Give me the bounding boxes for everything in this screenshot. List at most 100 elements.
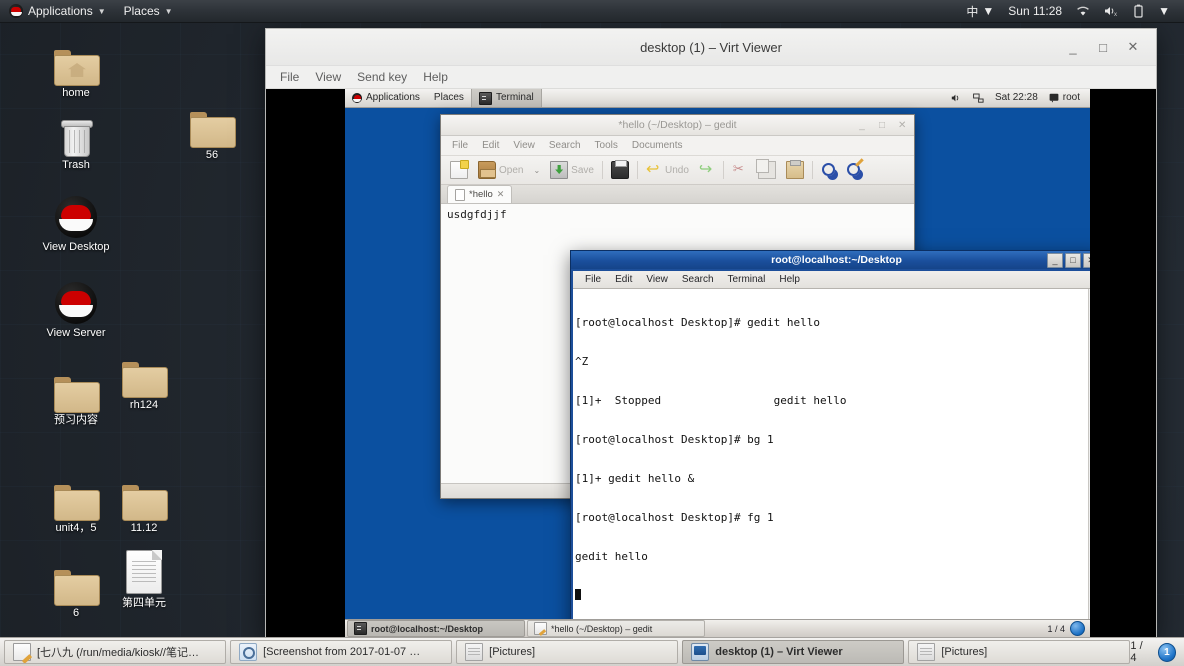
desktop-icon-label: 11.12 xyxy=(130,522,158,534)
desktop-icon-di-si-dan-yuan[interactable]: 第四单元 xyxy=(102,548,186,610)
places-menu[interactable]: Places ▼ xyxy=(115,0,182,22)
desktop-icon-trash[interactable]: Trash xyxy=(34,110,118,172)
desktop-icon-56[interactable]: 56 xyxy=(170,100,254,162)
guest-task-gedit[interactable]: *hello (~/Desktop) – gedit xyxy=(527,620,705,637)
host-task-notes[interactable]: [七八九 (/run/media/kiosk//笔记… xyxy=(4,640,227,664)
battery-icon[interactable] xyxy=(1127,4,1150,18)
close-button[interactable]: ✕ xyxy=(1083,252,1090,268)
maximize-button[interactable]: □ xyxy=(1065,252,1081,268)
terminal-menubar: File Edit View Search Terminal Help xyxy=(573,271,1090,289)
menu-file[interactable]: File xyxy=(578,271,608,288)
menu-help[interactable]: Help xyxy=(772,271,807,288)
menu-view[interactable]: View xyxy=(307,66,349,88)
terminal-screen[interactable]: [root@localhost Desktop]# gedit hello ^Z… xyxy=(573,289,1090,637)
open-dropdown-button[interactable]: ⌄ xyxy=(528,157,545,183)
volume-muted-icon[interactable]: x xyxy=(1098,5,1125,17)
virt-viewer-titlebar[interactable]: desktop (1) – Virt Viewer _ □ ✕ xyxy=(266,29,1156,66)
save-label: Save xyxy=(571,164,594,176)
find-button[interactable] xyxy=(816,157,842,183)
desktop-icon-view-desktop[interactable]: View Desktop xyxy=(34,192,118,254)
redo-button[interactable] xyxy=(694,157,720,183)
host-task-pictures-1[interactable]: [Pictures] xyxy=(456,640,679,664)
guest-applications-menu[interactable]: Applications xyxy=(345,89,427,107)
gedit-titlebar[interactable]: *hello (~/Desktop) – gedit _ □ ✕ xyxy=(441,115,914,136)
cut-button[interactable] xyxy=(727,157,753,183)
pictures-icon xyxy=(917,643,936,661)
menu-help[interactable]: Help xyxy=(415,66,456,88)
maximize-button[interactable]: □ xyxy=(1096,40,1110,55)
tab-hello[interactable]: *hello ✕ xyxy=(447,185,513,203)
menu-search[interactable]: Search xyxy=(675,271,721,288)
menu-documents[interactable]: Documents xyxy=(625,136,690,155)
chevron-down-icon: ▼ xyxy=(97,6,106,16)
guest-workspace-badge[interactable] xyxy=(1070,621,1085,636)
desktop-icon-rh124[interactable]: rh124 xyxy=(102,350,186,412)
menu-view[interactable]: View xyxy=(506,136,542,155)
open-button[interactable]: Open xyxy=(473,157,528,183)
close-button[interactable]: ✕ xyxy=(898,120,906,131)
places-label: Places xyxy=(123,4,160,18)
applications-menu[interactable]: Applications ▼ xyxy=(0,0,115,22)
host-workspace-switcher[interactable]: 1 / 4 1 xyxy=(1130,640,1184,664)
applications-label: Applications xyxy=(28,4,93,18)
menu-search[interactable]: Search xyxy=(542,136,588,155)
guest-user-menu[interactable]: root xyxy=(1045,89,1084,107)
menu-terminal[interactable]: Terminal xyxy=(721,271,773,288)
gedit-tabbar: *hello ✕ xyxy=(441,185,914,204)
menu-edit[interactable]: Edit xyxy=(475,136,506,155)
host-task-label: desktop (1) – Virt Viewer xyxy=(715,646,843,658)
desktop-icon-11-12[interactable]: 11.12 xyxy=(102,473,186,535)
terminal-scrollbar[interactable] xyxy=(1088,289,1090,637)
undo-button[interactable]: Undo xyxy=(641,157,694,183)
virt-viewer-viewport[interactable]: Applications Places Terminal Sat 22:28 r… xyxy=(266,89,1156,637)
menu-file[interactable]: File xyxy=(272,66,307,88)
paste-button[interactable] xyxy=(781,157,809,183)
menu-view[interactable]: View xyxy=(639,271,675,288)
guest-network-icon[interactable] xyxy=(969,93,988,103)
menu-tools[interactable]: Tools xyxy=(588,136,625,155)
wifi-icon[interactable] xyxy=(1070,5,1096,17)
chevron-down-icon: ▼ xyxy=(982,4,995,18)
guest-workspace-label: 1 / 4 xyxy=(1047,623,1065,634)
save-button[interactable]: Save xyxy=(545,157,599,183)
minimize-button[interactable]: _ xyxy=(1047,252,1063,268)
toolbar-separator xyxy=(811,161,813,179)
guest-applications-label: Applications xyxy=(366,92,420,103)
virt-viewer-window-controls: _ □ ✕ xyxy=(1066,29,1150,65)
desktop-icon-label: 预习内容 xyxy=(54,414,98,426)
maximize-button[interactable]: □ xyxy=(878,120,886,131)
desktop-icon-home[interactable]: home xyxy=(34,38,118,100)
desktop-icon-view-server[interactable]: View Server xyxy=(34,278,118,340)
terminal-titlebar[interactable]: root@localhost:~/Desktop _ □ ✕ xyxy=(571,251,1090,269)
chevron-down-icon: ▼ xyxy=(1158,4,1170,18)
clock-label: Sun 11:28 xyxy=(1008,4,1063,18)
copy-button[interactable] xyxy=(753,157,781,183)
new-button[interactable] xyxy=(445,157,473,183)
host-task-label: [Screenshot from 2017-01-07 … xyxy=(263,646,421,658)
host-workspace-badge[interactable]: 1 xyxy=(1157,642,1177,662)
menu-file[interactable]: File xyxy=(445,136,475,155)
guest-volume-icon[interactable] xyxy=(947,93,966,103)
guest-clock[interactable]: Sat 22:28 xyxy=(991,89,1042,107)
terminal-line: [root@localhost Desktop]# bg 1 xyxy=(575,433,774,446)
menu-send-key[interactable]: Send key xyxy=(349,66,415,88)
host-task-label: [Pictures] xyxy=(489,646,536,658)
guest-workspace-switcher[interactable]: 1 / 4 xyxy=(1047,621,1090,636)
minimize-button[interactable]: _ xyxy=(1066,40,1080,55)
guest-task-terminal[interactable]: root@localhost:~/Desktop xyxy=(347,620,525,637)
clock[interactable]: Sun 11:28 xyxy=(1002,4,1068,18)
host-task-screenshot[interactable]: [Screenshot from 2017-01-07 … xyxy=(230,640,453,664)
print-button[interactable] xyxy=(606,157,634,183)
close-button[interactable]: ✕ xyxy=(1126,39,1140,55)
close-icon[interactable]: ✕ xyxy=(497,189,505,200)
guest-places-menu[interactable]: Places xyxy=(427,89,471,107)
replace-button[interactable] xyxy=(842,157,868,183)
guest-window-list-terminal[interactable]: Terminal xyxy=(470,89,542,107)
host-task-virt-viewer[interactable]: desktop (1) – Virt Viewer xyxy=(682,640,905,664)
undo-label: Undo xyxy=(664,164,689,176)
host-task-pictures-2[interactable]: [Pictures] xyxy=(908,640,1131,664)
menu-edit[interactable]: Edit xyxy=(608,271,639,288)
input-method-indicator[interactable]: 中 ▼ xyxy=(960,3,1000,20)
system-menu-caret[interactable]: ▼ xyxy=(1152,4,1176,18)
minimize-button[interactable]: _ xyxy=(858,120,866,131)
